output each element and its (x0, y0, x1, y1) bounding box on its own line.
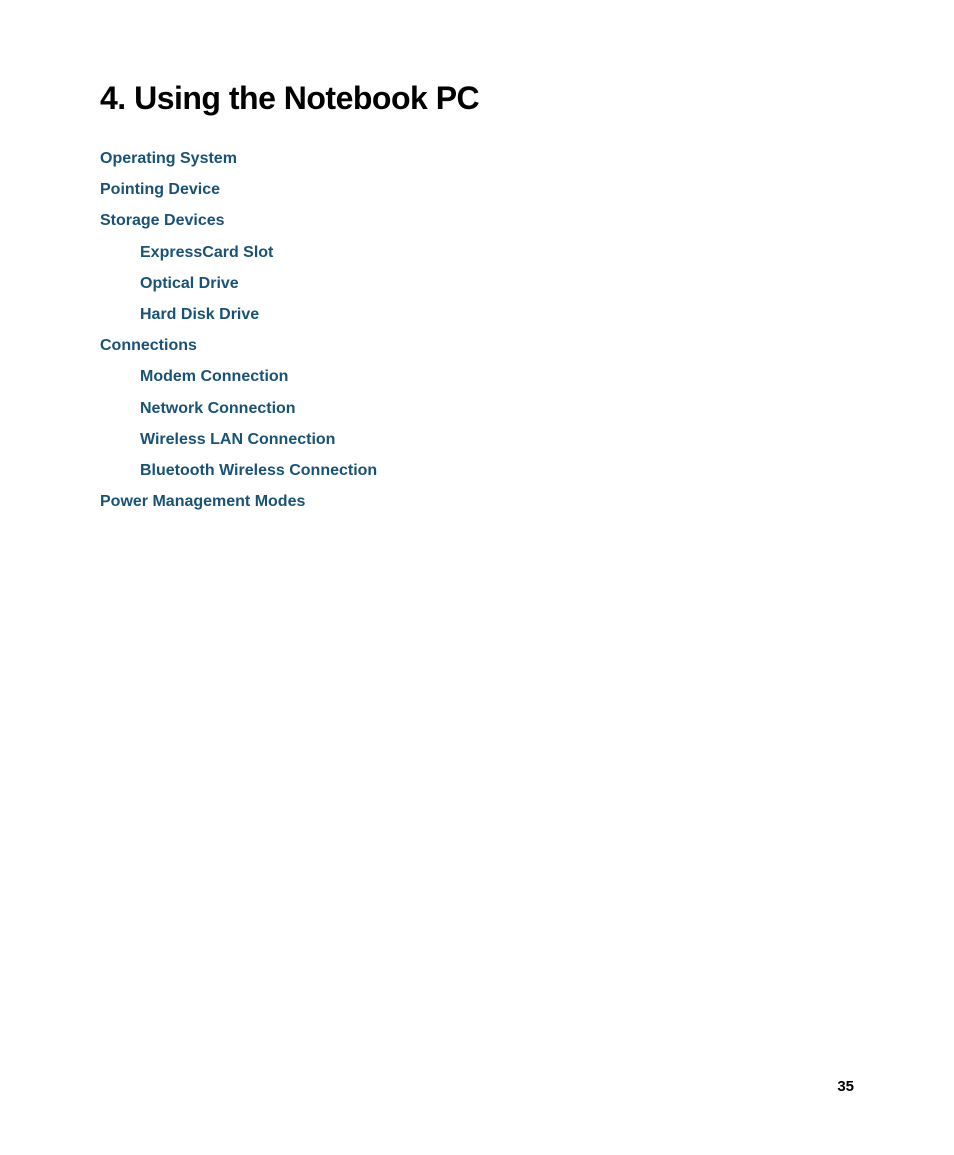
toc-label-network-connection: Network Connection (100, 395, 296, 422)
toc-item-storage-devices[interactable]: Storage Devices (100, 207, 854, 234)
toc-label-power-management-modes: Power Management Modes (100, 488, 305, 515)
toc-item-pointing-device[interactable]: Pointing Device (100, 176, 854, 203)
toc-label-bluetooth-wireless-connection: Bluetooth Wireless Connection (100, 457, 377, 484)
toc-list: Operating System Pointing Device Storage D… (100, 145, 854, 515)
toc-label-expresscard-slot: ExpressCard Slot (100, 239, 273, 266)
toc-item-hard-disk-drive[interactable]: Hard Disk Drive (100, 301, 854, 328)
toc-label-storage-devices: Storage Devices (100, 207, 225, 234)
toc-label-connections: Connections (100, 332, 197, 359)
toc-item-modem-connection[interactable]: Modem Connection (100, 363, 854, 390)
toc-label-pointing-device: Pointing Device (100, 176, 220, 203)
toc-label-hard-disk-drive: Hard Disk Drive (100, 301, 259, 328)
toc-item-bluetooth-wireless-connection[interactable]: Bluetooth Wireless Connection (100, 457, 854, 484)
toc-item-network-connection[interactable]: Network Connection (100, 395, 854, 422)
toc-label-modem-connection: Modem Connection (100, 363, 288, 390)
toc-label-optical-drive: Optical Drive (100, 270, 239, 297)
toc-label-operating-system: Operating System (100, 145, 237, 172)
chapter-title: 4. Using the Notebook PC (100, 80, 854, 117)
toc-item-optical-drive[interactable]: Optical Drive (100, 270, 854, 297)
toc-item-wireless-lan-connection[interactable]: Wireless LAN Connection (100, 426, 854, 453)
toc-item-operating-system[interactable]: Operating System (100, 145, 854, 172)
page-content: 4. Using the Notebook PC Operating Syste… (0, 0, 954, 579)
toc-item-connections[interactable]: Connections (100, 332, 854, 359)
page-number: 35 (837, 1078, 854, 1095)
toc-item-expresscard-slot[interactable]: ExpressCard Slot (100, 239, 854, 266)
toc-item-power-management-modes[interactable]: Power Management Modes (100, 488, 854, 515)
toc-label-wireless-lan-connection: Wireless LAN Connection (100, 426, 335, 453)
